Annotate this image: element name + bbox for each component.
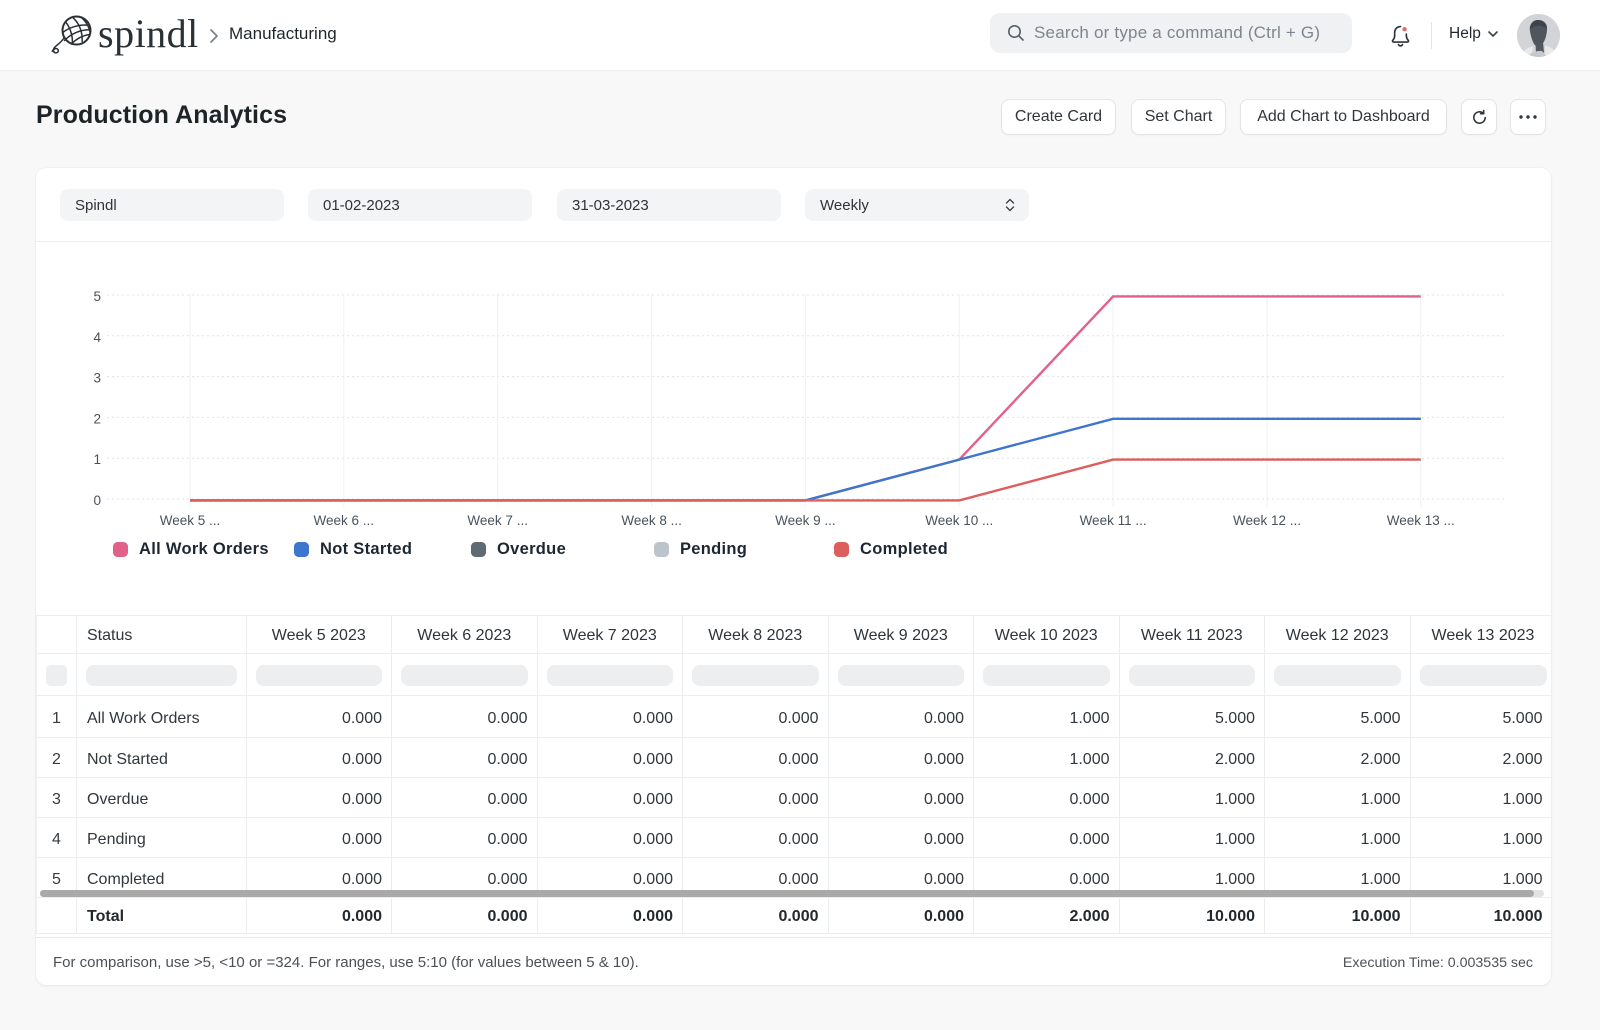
svg-text:3: 3 xyxy=(93,371,101,386)
svg-text:4: 4 xyxy=(93,330,101,345)
svg-text:5: 5 xyxy=(93,289,101,304)
svg-text:1: 1 xyxy=(93,452,101,467)
svg-text:Week 13 ...: Week 13 ... xyxy=(1387,513,1455,528)
svg-text:Week 6 ...: Week 6 ... xyxy=(314,513,375,528)
svg-text:Week 7 ...: Week 7 ... xyxy=(467,513,528,528)
svg-text:Week 8 ...: Week 8 ... xyxy=(621,513,682,528)
svg-text:Week 5 ...: Week 5 ... xyxy=(160,513,221,528)
svg-text:2: 2 xyxy=(93,411,101,426)
svg-text:Week 9 ...: Week 9 ... xyxy=(775,513,836,528)
svg-text:Week 12 ...: Week 12 ... xyxy=(1233,513,1301,528)
svg-text:0: 0 xyxy=(93,493,101,508)
svg-text:Week 10 ...: Week 10 ... xyxy=(925,513,993,528)
svg-text:Week 11 ...: Week 11 ... xyxy=(1080,513,1147,528)
